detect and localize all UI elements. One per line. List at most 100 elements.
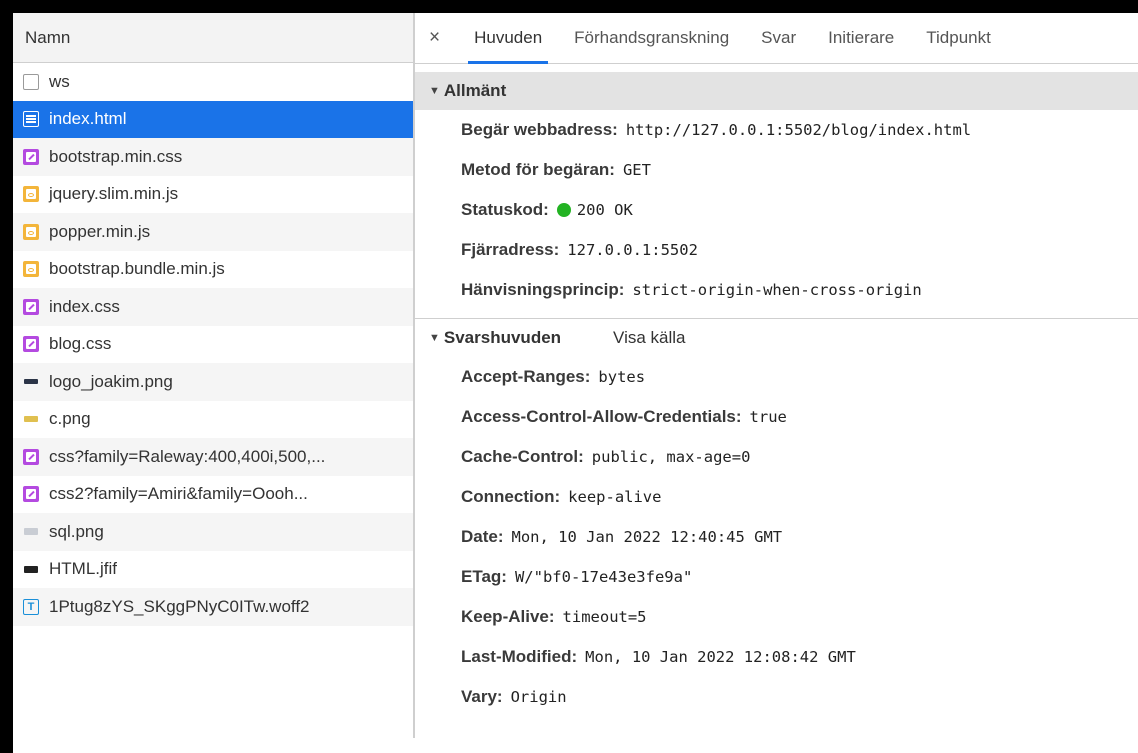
file-row-index-css[interactable]: index.css: [13, 288, 413, 326]
tab-label: Tidpunkt: [926, 28, 991, 47]
css-file-icon: [23, 148, 39, 165]
file-row-css-raleway[interactable]: css?family=Raleway:400,400i,500,...: [13, 438, 413, 476]
file-name: c.png: [49, 409, 91, 429]
triangle-down-icon: ▼: [429, 332, 440, 344]
file-row-bootstrap-bundle-min-js[interactable]: bootstrap.bundle.min.js: [13, 251, 413, 289]
file-row-bootstrap-min-css[interactable]: bootstrap.min.css: [13, 138, 413, 176]
general-section-header[interactable]: ▼ Allmänt: [415, 72, 1138, 110]
response-headers-title: Svarshuvuden: [443, 328, 562, 347]
header-value: 200 OK: [576, 201, 633, 219]
header-key: Hänvisningsprincip:: [461, 280, 625, 299]
file-name: css2?family=Amiri&family=Oooh...: [49, 484, 308, 504]
header-key: Cache-Control:: [461, 447, 584, 466]
file-row-jquery-slim-min-js[interactable]: jquery.slim.min.js: [13, 176, 413, 214]
tab-initiator[interactable]: Initierare: [812, 13, 910, 63]
blank-file-icon: [23, 73, 39, 90]
file-row-html-jfif[interactable]: HTML.jfif: [13, 551, 413, 589]
devtools-network-panel: Namn ws index.html bootstrap.min.css jqu…: [13, 13, 1138, 753]
file-name: jquery.slim.min.js: [49, 184, 179, 204]
view-source-link[interactable]: Visa källa: [613, 328, 685, 348]
header-row-remote-address: Fjärradress: 127.0.0.1:5502: [415, 230, 1138, 270]
header-row-vary: Vary: Origin: [415, 677, 1138, 717]
file-row-css2-amiri[interactable]: css2?family=Amiri&family=Oooh...: [13, 476, 413, 514]
response-headers-section-header[interactable]: ▼ Svarshuvuden Visa källa: [415, 319, 1138, 357]
header-row-request-url: Begär webbadress: http://127.0.0.1:5502/b…: [415, 110, 1138, 150]
tab-label: Förhandsgranskning: [574, 28, 730, 47]
header-row-keep-alive: Keep-Alive: timeout=5: [415, 597, 1138, 637]
header-value: bytes: [598, 368, 646, 386]
header-value: http://127.0.0.1:5502/blog/index.html: [625, 121, 972, 139]
file-name: ws: [49, 71, 70, 91]
header-value: GET: [622, 161, 651, 179]
header-row-request-method: Metod för begäran: GET: [415, 150, 1138, 190]
js-file-icon: [23, 261, 39, 278]
header-key: Vary:: [461, 687, 503, 706]
header-row-referrer-policy: Hänvisningsprincip: strict-origin-when-cr…: [415, 270, 1138, 310]
header-key: Last-Modified:: [461, 647, 578, 666]
file-name: HTML.jfif: [49, 559, 117, 579]
image-file-icon: [23, 374, 39, 390]
header-key: Fjärradress:: [461, 240, 560, 259]
triangle-down-icon: ▼: [429, 85, 440, 97]
file-row-ws[interactable]: ws: [13, 63, 413, 101]
image-file-icon: [23, 524, 39, 540]
header-value: W/"bf0-17e43e3fe9a": [514, 568, 693, 586]
tab-label: Svar: [761, 28, 797, 47]
header-row-accept-ranges: Accept-Ranges: bytes: [415, 357, 1138, 397]
header-value: true: [749, 408, 787, 426]
header-key: Connection:: [461, 487, 561, 506]
header-row-connection: Connection: keep-alive: [415, 477, 1138, 517]
header-value: timeout=5: [562, 608, 647, 626]
file-row-popper-min-js[interactable]: popper.min.js: [13, 213, 413, 251]
header-row-status-code: Statuskod: 200 OK: [415, 190, 1138, 230]
request-list: Namn ws index.html bootstrap.min.css jqu…: [13, 13, 413, 753]
header-key: Accept-Ranges:: [461, 367, 591, 386]
general-section-title: Allmänt: [443, 81, 507, 100]
header-value: Origin: [510, 688, 567, 706]
file-name: index.html: [49, 109, 127, 129]
css-file-icon: [23, 448, 39, 465]
image-file-icon: [23, 411, 39, 427]
file-row-woff2[interactable]: T 1Ptug8zYS_SKggPNyC0ITw.woff2: [13, 588, 413, 626]
file-row-c-png[interactable]: c.png: [13, 401, 413, 439]
file-name: index.css: [49, 296, 120, 316]
header-key: Access-Control-Allow-Credentials:: [461, 407, 742, 426]
header-value: public, max-age=0: [591, 448, 751, 466]
css-file-icon: [23, 486, 39, 503]
tab-headers[interactable]: Huvuden: [458, 13, 558, 64]
css-file-icon: [23, 298, 39, 315]
file-name: sql.png: [49, 521, 104, 541]
status-ok-dot-icon: [556, 203, 571, 217]
tab-response[interactable]: Svar: [745, 13, 812, 63]
file-row-blog-css[interactable]: blog.css: [13, 326, 413, 364]
tab-preview[interactable]: Förhandsgranskning: [558, 13, 745, 63]
file-row-logo-joakim-png[interactable]: logo_joakim.png: [13, 363, 413, 401]
file-name: logo_joakim.png: [49, 371, 173, 391]
general-section: Begär webbadress: http://127.0.0.1:5502/b…: [415, 110, 1138, 310]
js-file-icon: [23, 186, 39, 203]
file-row-index-html[interactable]: index.html: [13, 100, 413, 138]
tab-timing[interactable]: Tidpunkt: [910, 13, 1007, 63]
header-row-last-modified: Last-Modified: Mon, 10 Jan 2022 12:08:42 …: [415, 637, 1138, 677]
file-name: css?family=Raleway:400,400i,500,...: [49, 446, 326, 466]
header-row-etag: ETag: W/"bf0-17e43e3fe9a": [415, 557, 1138, 597]
header-key: Metod för begäran:: [461, 160, 615, 179]
response-headers-section: Accept-Ranges: bytes Access-Control-Allow…: [415, 357, 1138, 717]
header-row-cache-control: Cache-Control: public, max-age=0: [415, 437, 1138, 477]
name-column-header[interactable]: Namn: [13, 13, 413, 63]
header-value: keep-alive: [568, 488, 662, 506]
image-file-icon: [23, 561, 39, 577]
file-name: bootstrap.bundle.min.js: [49, 259, 225, 279]
header-value: 127.0.0.1:5502: [567, 241, 698, 259]
request-details: × Huvuden Förhandsgranskning Svar Initie…: [415, 13, 1138, 753]
document-icon: [23, 111, 39, 128]
file-row-sql-png[interactable]: sql.png: [13, 513, 413, 551]
header-value: Mon, 10 Jan 2022 12:40:45 GMT: [511, 528, 783, 546]
file-name: 1Ptug8zYS_SKggPNyC0ITw.woff2: [49, 596, 310, 616]
file-name: bootstrap.min.css: [49, 146, 183, 166]
font-file-icon: T: [23, 598, 39, 615]
close-icon[interactable]: ×: [429, 27, 440, 49]
header-key: Begär webbadress:: [461, 120, 618, 139]
details-tabbar: × Huvuden Förhandsgranskning Svar Initie…: [415, 13, 1138, 64]
header-value: Mon, 10 Jan 2022 12:08:42 GMT: [585, 648, 856, 666]
